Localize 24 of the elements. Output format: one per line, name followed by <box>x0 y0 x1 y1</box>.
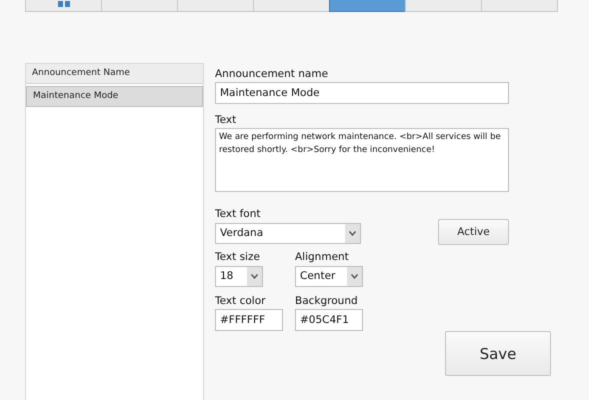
caret-icon <box>349 231 356 236</box>
list-item[interactable]: Maintenance Mode <box>26 86 203 107</box>
column-header: Announcement Name <box>26 64 203 84</box>
field-label: Background <box>295 295 359 308</box>
dropdown[interactable]: Verdana <box>215 223 361 244</box>
caret-icon <box>251 274 258 279</box>
field-label: Text size <box>215 251 261 264</box>
input-field[interactable]: #FFFFFF <box>215 309 283 331</box>
tab[interactable] <box>329 0 406 12</box>
field-label: Text font <box>215 208 262 221</box>
tab[interactable] <box>25 0 102 12</box>
input-field[interactable]: Maintenance Mode <box>215 82 509 104</box>
field-label: Announcement name <box>215 68 330 81</box>
active-button[interactable]: Active <box>438 219 509 245</box>
text-area[interactable]: We are performing network maintenance. <br>All services will be restored shortly. <br>Sorry for the inconvenience! <box>215 128 509 192</box>
dropdown[interactable]: 18 <box>215 266 263 287</box>
tab-icon <box>58 1 70 7</box>
caret-icon <box>351 274 358 279</box>
field-label: Text <box>215 114 238 127</box>
input-field[interactable]: #05C4F1 <box>295 309 363 331</box>
field-label: Text color <box>215 295 266 308</box>
dropdown[interactable]: Center <box>295 266 363 287</box>
save-button[interactable]: Save <box>445 331 551 376</box>
field-label: Alignment <box>295 251 350 264</box>
